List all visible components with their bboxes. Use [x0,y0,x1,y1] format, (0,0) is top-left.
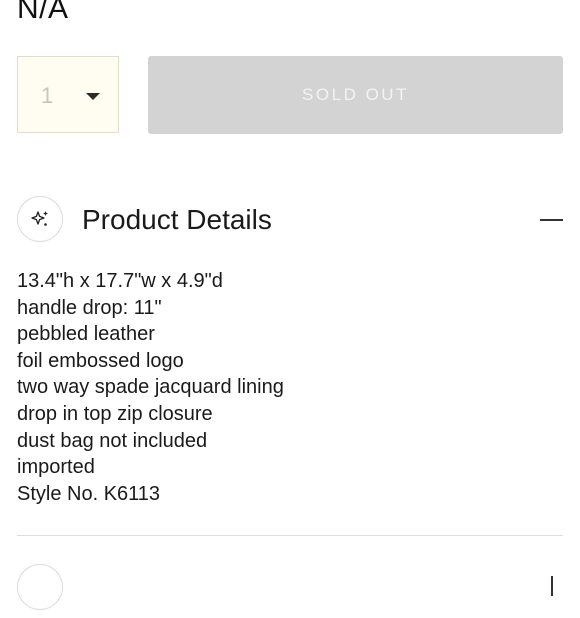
list-item: Style No. K6113 [17,482,161,505]
list-item: two way spade jacquard lining [17,376,284,399]
expand-icon[interactable] [551,576,553,596]
product-details-header[interactable]: Product Details [17,196,563,250]
next-section-header[interactable] [17,564,563,618]
collapse-icon[interactable] [540,219,563,221]
list-item: foil embossed logo [17,349,184,372]
list-item: imported [17,456,95,479]
sparkle-icon [17,196,63,242]
sold-out-button[interactable]: SOLD OUT [148,56,563,134]
list-item: drop in top zip closure [17,402,213,425]
list-item: 13.4"h x 17.7"w x 4.9"d [17,270,223,292]
quantity-value: 1 [41,83,54,108]
section-icon [17,564,63,610]
list-item: pebbled leather [17,323,155,346]
product-details-list: 13.4"h x 17.7"w x 4.9"d handle drop: 11"… [17,268,284,507]
list-item: handle drop: 11" [17,296,162,319]
section-divider [17,535,563,536]
section-title: Product Details [82,204,272,235]
product-price: N/A [17,0,69,25]
list-item: dust bag not included [17,429,208,452]
quantity-select[interactable]: 1 [17,56,119,133]
chevron-down-icon [86,93,100,100]
